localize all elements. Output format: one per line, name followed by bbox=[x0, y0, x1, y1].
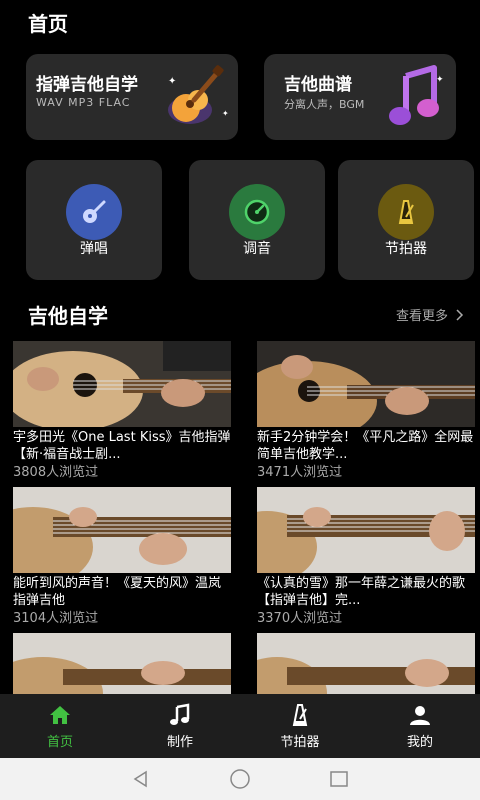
svg-text:✦: ✦ bbox=[436, 75, 444, 85]
video-thumbnail bbox=[13, 341, 231, 427]
tab-label: 首页 bbox=[46, 734, 73, 750]
view-more-label: 查看更多 bbox=[395, 309, 448, 324]
home-circle-icon[interactable] bbox=[229, 768, 251, 790]
tool-card-metronome[interactable]: 节拍器 bbox=[338, 160, 474, 280]
music-note-icon bbox=[170, 703, 190, 725]
video-card[interactable]: 《认真的雪》那一年薛之谦最火的歌【指弹吉他】完... 3370人浏览过 bbox=[257, 487, 475, 627]
tool-card-tuner[interactable]: 调音 bbox=[189, 160, 325, 280]
video-views: 3471人浏览过 bbox=[257, 465, 343, 480]
video-views: 3370人浏览过 bbox=[257, 611, 343, 626]
video-title: 能听到风的声音！《夏天的风》温岚 指弹吉他 bbox=[13, 576, 222, 608]
video-card[interactable]: 宇多田光《One Last Kiss》吉他指弹【新·福音战士剧... 3808人… bbox=[13, 341, 231, 481]
tab-metronome[interactable]: 节拍器 bbox=[240, 694, 360, 758]
bottom-tab-bar: 首页 制作 节拍器 我的 bbox=[0, 694, 480, 758]
page-title: 首页 bbox=[28, 12, 68, 36]
video-title: 宇多田光《One Last Kiss》吉他指弹【新·福音战士剧... bbox=[13, 430, 231, 462]
video-thumbnail bbox=[13, 487, 231, 573]
tuner-gauge-icon bbox=[229, 184, 285, 240]
recents-icon[interactable] bbox=[329, 769, 349, 789]
video-thumbnail bbox=[257, 341, 475, 427]
video-title: 新手2分钟学会！《平凡之路》全网最简单吉他教学... bbox=[257, 430, 474, 462]
video-card[interactable]: 能听到风的声音！《夏天的风》温岚 指弹吉他 3104人浏览过 bbox=[13, 487, 231, 627]
feature-card-tabs[interactable]: 吉他曲谱 分离人声，BGM ✦ bbox=[264, 54, 456, 140]
feature-title: 指弹吉他自学 bbox=[36, 75, 138, 95]
tab-label: 节拍器 bbox=[280, 734, 320, 750]
tool-card-sing[interactable]: 弹唱 bbox=[26, 160, 162, 280]
tab-home[interactable]: 首页 bbox=[0, 694, 120, 758]
guitar-icon: ✦ ✦ bbox=[168, 65, 229, 124]
guitar-icon bbox=[66, 184, 122, 240]
tab-label: 我的 bbox=[406, 734, 433, 750]
section-title: 吉他自学 bbox=[28, 304, 108, 328]
video-views: 3104人浏览过 bbox=[13, 611, 99, 626]
back-icon[interactable] bbox=[131, 769, 151, 789]
tool-label: 弹唱 bbox=[80, 241, 108, 257]
metronome-icon bbox=[292, 703, 308, 726]
feature-subtitle: 分离人声，BGM bbox=[284, 98, 365, 111]
video-card[interactable] bbox=[13, 633, 231, 694]
video-thumbnail bbox=[257, 633, 475, 694]
video-title: 《认真的雪》那一年薛之谦最火的歌【指弹吉他】完... bbox=[257, 576, 466, 608]
user-icon bbox=[410, 705, 430, 725]
chevron-right-icon bbox=[456, 308, 464, 321]
svg-text:✦: ✦ bbox=[168, 76, 176, 87]
tool-label: 节拍器 bbox=[385, 241, 427, 257]
video-card[interactable] bbox=[257, 633, 475, 694]
home-icon bbox=[50, 705, 70, 724]
video-views: 3808人浏览过 bbox=[13, 465, 99, 480]
video-thumbnail bbox=[13, 633, 231, 694]
music-note-icon: ✦ bbox=[389, 65, 444, 125]
feature-subtitle: WAV MP3 FLAC bbox=[36, 96, 131, 109]
video-thumbnail bbox=[257, 487, 475, 573]
tab-profile[interactable]: 我的 bbox=[360, 694, 480, 758]
feature-card-fingerstyle[interactable]: 指弹吉他自学 WAV MP3 FLAC ✦ ✦ bbox=[26, 54, 238, 140]
system-nav-bar bbox=[0, 758, 480, 800]
tab-label: 制作 bbox=[166, 734, 193, 750]
view-more-link[interactable]: 查看更多 bbox=[396, 305, 464, 324]
tab-create[interactable]: 制作 bbox=[120, 694, 240, 758]
tool-label: 调音 bbox=[243, 241, 271, 257]
feature-title: 吉他曲谱 bbox=[284, 75, 352, 95]
metronome-icon bbox=[378, 184, 434, 240]
svg-text:✦: ✦ bbox=[222, 109, 229, 118]
video-card[interactable]: 新手2分钟学会！《平凡之路》全网最简单吉他教学... 3471人浏览过 bbox=[257, 341, 475, 481]
